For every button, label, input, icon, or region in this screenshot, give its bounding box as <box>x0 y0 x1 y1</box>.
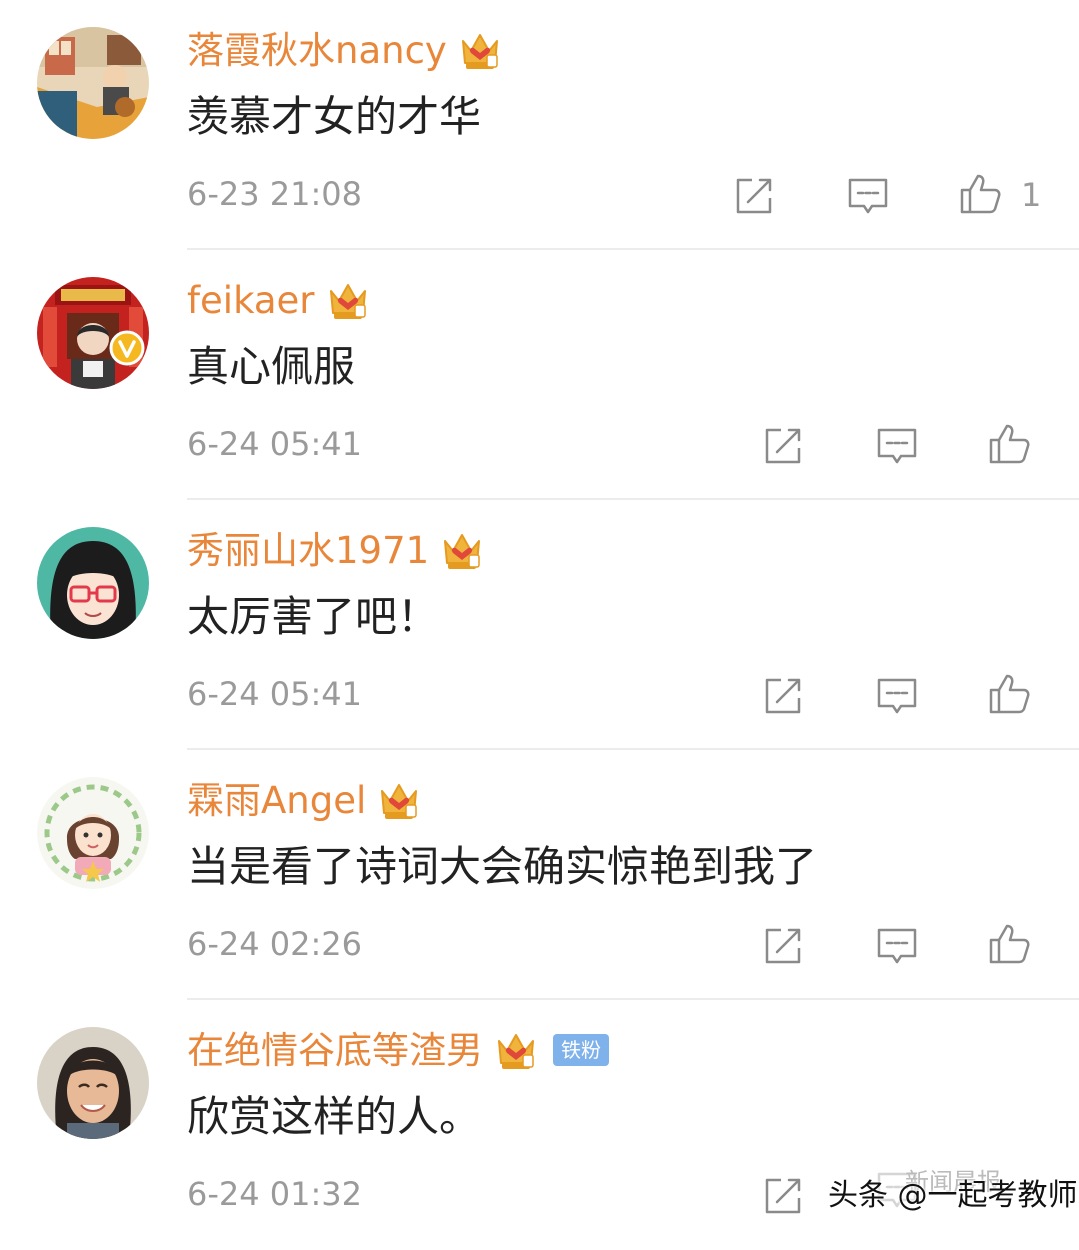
comment-text: 真心佩服 <box>187 342 356 391</box>
watermark: 头条 @一起考教师 <box>828 1178 1078 1213</box>
like-icon[interactable] <box>985 920 1033 968</box>
comment-text: 欣赏这样的人。 <box>187 1092 482 1141</box>
comment-item: feikaer 真心佩服 6-24 05:41 <box>0 250 1079 500</box>
timestamp: 6-24 02:26 <box>187 925 363 963</box>
avatar[interactable] <box>37 1027 149 1139</box>
crown-badge-icon <box>461 34 498 69</box>
avatar[interactable] <box>37 27 149 139</box>
timestamp: 6-24 05:41 <box>187 425 363 463</box>
forward-icon[interactable] <box>759 672 807 720</box>
comment-icon[interactable] <box>873 922 921 970</box>
timestamp: 6-23 21:08 <box>187 175 363 213</box>
forward-icon[interactable] <box>730 172 778 220</box>
like-icon[interactable] <box>985 420 1033 468</box>
comment-item: 秀丽山水1971 太厉害了吧！ 6-24 05:41 <box>0 500 1079 750</box>
username[interactable]: 霖雨Angel <box>187 782 366 819</box>
crown-badge-icon <box>498 1034 534 1069</box>
comment-item: 落霞秋水nancy 羡慕才女的才华 6-23 21:08 1 <box>0 0 1079 250</box>
timestamp: 6-24 01:32 <box>187 1175 363 1213</box>
crown-badge-icon <box>329 284 366 319</box>
like-icon[interactable] <box>956 170 1004 218</box>
username[interactable]: feikaer <box>187 282 315 319</box>
username[interactable]: 落霞秋水nancy <box>187 32 447 69</box>
comment-icon[interactable] <box>873 672 921 720</box>
verified-badge-icon <box>109 330 145 366</box>
like-icon[interactable] <box>985 670 1033 718</box>
comment-text: 羡慕才女的才华 <box>187 92 482 141</box>
crown-badge-icon <box>444 534 481 569</box>
comment-icon[interactable] <box>844 172 892 220</box>
like-count: 1 <box>1021 176 1042 214</box>
forward-icon[interactable] <box>759 422 807 470</box>
avatar[interactable] <box>37 777 149 889</box>
forward-icon[interactable] <box>759 1172 807 1220</box>
comment-item: 霖雨Angel 当是看了诗词大会确实惊艳到我了 6-24 02:26 <box>0 750 1079 1000</box>
comment-icon[interactable] <box>873 422 921 470</box>
username[interactable]: 在绝情谷底等渣男 <box>187 1032 483 1069</box>
avatar[interactable] <box>37 527 149 639</box>
comment-text: 太厉害了吧！ <box>187 592 440 641</box>
timestamp: 6-24 05:41 <box>187 675 363 713</box>
forward-icon[interactable] <box>759 922 807 970</box>
crown-badge-icon <box>381 784 418 819</box>
fan-badge: 铁粉 <box>553 1034 609 1066</box>
username[interactable]: 秀丽山水1971 <box>187 532 429 569</box>
comment-text: 当是看了诗词大会确实惊艳到我了 <box>187 842 818 891</box>
